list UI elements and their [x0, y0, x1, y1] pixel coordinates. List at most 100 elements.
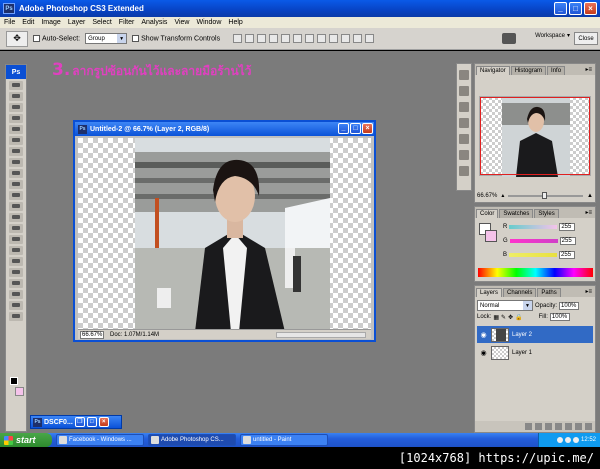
- red-value[interactable]: 255: [559, 223, 576, 231]
- dodge-tool-icon[interactable]: [9, 224, 23, 233]
- brush-tool-icon[interactable]: [9, 158, 23, 167]
- shape-tool-icon[interactable]: [9, 268, 23, 277]
- zoom-tool-icon[interactable]: [9, 312, 23, 321]
- doc-close-button[interactable]: ×: [362, 123, 373, 134]
- menu-window[interactable]: Window: [196, 19, 221, 26]
- lock-all-icon[interactable]: 🔒: [515, 314, 522, 321]
- new-group-icon[interactable]: [565, 423, 572, 430]
- tab-swatches[interactable]: Swatches: [499, 209, 534, 218]
- blue-slider[interactable]: [509, 253, 558, 257]
- tab-info[interactable]: Info: [547, 66, 566, 75]
- zoom-level-field[interactable]: 66.67%: [80, 330, 104, 339]
- eye-icon[interactable]: ◉: [479, 330, 488, 339]
- menu-layer[interactable]: Layer: [68, 19, 86, 26]
- menu-select[interactable]: Select: [92, 19, 111, 26]
- layer-style-icon[interactable]: [535, 423, 542, 430]
- type-tool-icon[interactable]: [9, 246, 23, 255]
- character-icon[interactable]: [459, 134, 469, 144]
- show-transform-checkbox[interactable]: Show Transform Controls: [132, 34, 220, 42]
- green-slider[interactable]: [509, 239, 558, 243]
- link-layers-icon[interactable]: [525, 423, 532, 430]
- move-tool-icon[interactable]: [9, 81, 23, 90]
- zoom-out-icon[interactable]: ▴: [501, 192, 504, 199]
- panel-menu-icon[interactable]: ▸≡: [585, 209, 592, 216]
- auto-select-dropdown[interactable]: Group ▼: [85, 33, 128, 44]
- fill-field[interactable]: 100%: [549, 313, 570, 321]
- clone-stamp-tool-icon[interactable]: [9, 169, 23, 178]
- menu-analysis[interactable]: Analysis: [141, 19, 167, 26]
- paragraph-icon[interactable]: [459, 150, 469, 160]
- tab-navigator[interactable]: Navigator: [476, 66, 510, 75]
- start-button[interactable]: start: [0, 433, 52, 447]
- align-right-icon[interactable]: [293, 34, 303, 43]
- task-paint[interactable]: untitled - Paint: [240, 434, 328, 446]
- lock-image-icon[interactable]: ✎: [501, 314, 506, 321]
- layer-comps-icon[interactable]: [459, 166, 469, 176]
- align-bottom-icon[interactable]: [257, 34, 267, 43]
- hand-tool-icon[interactable]: [9, 301, 23, 310]
- tab-color[interactable]: Color: [476, 209, 499, 218]
- green-value[interactable]: 255: [559, 237, 576, 245]
- distribute-left-icon[interactable]: [341, 34, 351, 43]
- gradient-tool-icon[interactable]: [9, 202, 23, 211]
- red-slider[interactable]: [509, 225, 558, 229]
- quick-select-tool-icon[interactable]: [9, 114, 23, 123]
- maximize-button[interactable]: □: [569, 2, 582, 15]
- history-brush-tool-icon[interactable]: [9, 180, 23, 189]
- zoom-in-icon[interactable]: ▲: [587, 193, 593, 199]
- opacity-field[interactable]: 100%: [559, 301, 580, 310]
- maximize-button[interactable]: □: [86, 417, 97, 427]
- zoom-slider-knob[interactable]: [541, 191, 547, 199]
- distribute-top-icon[interactable]: [305, 34, 315, 43]
- new-layer-icon[interactable]: [575, 423, 582, 430]
- close-window-button[interactable]: ×: [584, 2, 597, 15]
- minimize-button[interactable]: _: [554, 2, 567, 15]
- menu-image[interactable]: Image: [41, 19, 60, 26]
- distribute-hcenter-icon[interactable]: [353, 34, 363, 43]
- tray-icon[interactable]: [564, 437, 571, 443]
- lock-transparency-icon[interactable]: ▦: [493, 314, 499, 321]
- task-photoshop[interactable]: Adobe Photoshop CS...: [148, 434, 236, 446]
- tray-icon[interactable]: [556, 437, 563, 443]
- doc-size-info[interactable]: Doc: 1.07M/1.14M: [110, 332, 159, 338]
- tab-styles[interactable]: Styles: [534, 209, 559, 218]
- eyedropper-tool-icon[interactable]: [9, 290, 23, 299]
- menu-edit[interactable]: Edit: [22, 19, 34, 26]
- adjustment-layer-icon[interactable]: [555, 423, 562, 430]
- tool-presets-icon[interactable]: [459, 102, 469, 112]
- eraser-tool-icon[interactable]: [9, 191, 23, 200]
- brushes-icon[interactable]: [459, 118, 469, 128]
- path-select-tool-icon[interactable]: [9, 257, 23, 266]
- document-title-bar[interactable]: Ps Untitled-2 @ 66.7% (Layer 2, RGB/8) _…: [75, 122, 374, 136]
- navigator-thumbnail[interactable]: [479, 96, 591, 177]
- background-color-swatch[interactable]: [15, 387, 24, 396]
- doc-maximize-button[interactable]: □: [350, 123, 361, 134]
- foreground-color-swatch[interactable]: [10, 377, 18, 385]
- history-panel-icon[interactable]: [459, 70, 469, 80]
- marquee-tool-icon[interactable]: [9, 92, 23, 101]
- panel-menu-icon[interactable]: ▸≡: [585, 288, 592, 295]
- tab-paths[interactable]: Paths: [537, 288, 561, 297]
- tab-channels[interactable]: Channels: [503, 288, 537, 297]
- menu-file[interactable]: File: [4, 19, 15, 26]
- lock-position-icon[interactable]: ✥: [508, 314, 513, 321]
- blue-value[interactable]: 255: [559, 251, 576, 259]
- workspace-button[interactable]: Workspace ▾: [535, 32, 570, 40]
- distribute-right-icon[interactable]: [365, 34, 375, 43]
- lasso-tool-icon[interactable]: [9, 103, 23, 112]
- eye-icon[interactable]: ◉: [479, 348, 488, 357]
- distribute-vcenter-icon[interactable]: [317, 34, 327, 43]
- clock[interactable]: 12:52: [581, 437, 596, 443]
- minimized-document[interactable]: Ps DSCF0... ❐ □ ×: [30, 415, 122, 429]
- color-spectrum-bar[interactable]: [478, 268, 593, 277]
- canvas[interactable]: [78, 138, 371, 332]
- healing-brush-tool-icon[interactable]: [9, 147, 23, 156]
- blend-mode-dropdown[interactable]: Normal ▼: [477, 300, 533, 311]
- menu-filter[interactable]: Filter: [119, 19, 135, 26]
- align-left-icon[interactable]: [269, 34, 279, 43]
- tray-icon[interactable]: [572, 437, 579, 443]
- bridge-icon[interactable]: [502, 33, 516, 44]
- navigator-zoom-value[interactable]: 66.67%: [477, 193, 497, 199]
- menu-view[interactable]: View: [174, 19, 189, 26]
- move-tool-preset-icon[interactable]: ✥: [6, 30, 28, 47]
